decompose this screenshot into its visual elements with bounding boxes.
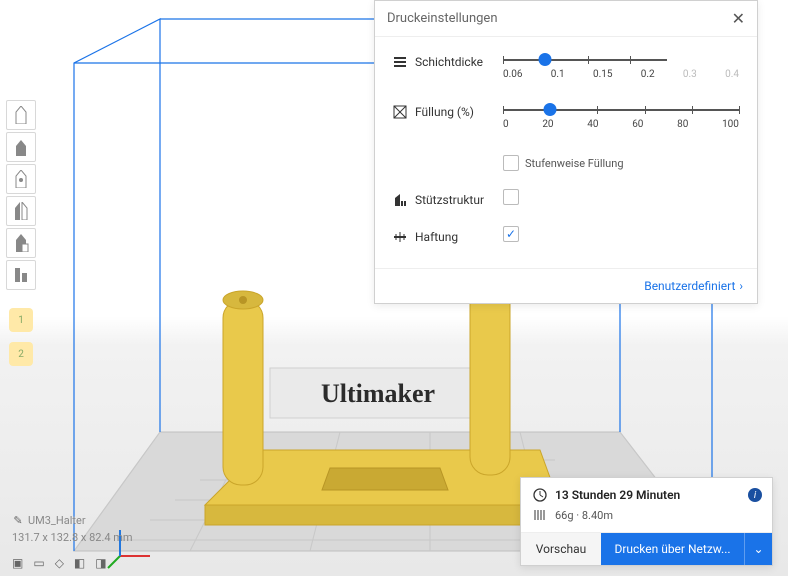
object-info: ✎ UM3_Halter 131.7 x 132.8 x 82.4 mm	[12, 513, 133, 546]
pencil-icon[interactable]: ✎	[12, 513, 24, 530]
adhesion-icon	[393, 230, 407, 244]
brand-text: Ultimaker	[321, 379, 435, 408]
info-icon[interactable]: i	[748, 488, 762, 502]
object-dimensions: 131.7 x 132.8 x 82.4 mm	[12, 530, 133, 547]
panel-title: Druckeinstellungen	[387, 11, 498, 26]
preview-button[interactable]: Vorschau	[521, 533, 601, 565]
print-settings-panel: Druckeinstellungen ✕ Schichtdicke 0.06 0…	[374, 0, 758, 304]
tool-scale[interactable]	[6, 132, 36, 162]
chevron-down-icon: ⌄	[753, 542, 763, 556]
print-summary-card: i 13 Stunden 29 Minuten 66g · 8.40m Vors…	[520, 477, 773, 566]
close-icon[interactable]: ✕	[732, 9, 745, 28]
print-material: 66g · 8.40m	[555, 509, 613, 522]
tool-support[interactable]	[6, 260, 36, 290]
bottom-view-icons: ▣ ▭ ◇ ◧ ◨	[12, 556, 107, 570]
tool-rotate[interactable]	[6, 164, 36, 194]
support-label: Stützstruktur	[415, 193, 484, 207]
tool-move[interactable]	[6, 100, 36, 130]
gradual-infill-checkbox[interactable]	[503, 155, 519, 171]
adhesion-checkbox[interactable]: ✓	[503, 226, 519, 242]
print-time: 13 Stunden 29 Minuten	[555, 488, 680, 502]
print-dropdown-button[interactable]: ⌄	[744, 533, 772, 565]
infill-slider[interactable]: 0 20 40 60 80 100	[503, 101, 739, 133]
print-network-button[interactable]: Drucken über Netzw...	[601, 533, 744, 565]
support-icon	[393, 193, 407, 207]
extruder-badge-1[interactable]: 1	[9, 308, 33, 332]
custom-settings-button[interactable]: Benutzerdefiniert ›	[644, 279, 743, 293]
left-toolbar: 1 2	[6, 100, 36, 370]
object-name: UM3_Halter	[28, 514, 86, 527]
chevron-right-icon: ›	[739, 279, 743, 293]
layer-height-label: Schichtdicke	[415, 55, 483, 69]
tool-mirror[interactable]	[6, 196, 36, 226]
adhesion-label: Haftung	[415, 230, 458, 244]
extruder-badge-2[interactable]: 2	[9, 342, 33, 366]
infill-icon	[393, 105, 407, 119]
view-right-icon[interactable]: ◨	[95, 556, 106, 570]
gradual-infill-label: Stufenweise Füllung	[525, 157, 624, 170]
infill-label: Füllung (%)	[415, 105, 474, 119]
layer-height-icon	[393, 55, 407, 69]
view-left-icon[interactable]: ◧	[74, 556, 85, 570]
layer-height-slider[interactable]: 0.06 0.1 0.15 0.2 0.3 0.4	[503, 51, 739, 83]
clock-icon	[533, 488, 547, 502]
spool-icon	[533, 508, 547, 522]
view-top-icon[interactable]: ◇	[55, 556, 64, 570]
view-solid-icon[interactable]: ▣	[12, 556, 23, 570]
support-checkbox[interactable]	[503, 189, 519, 205]
tool-mesh[interactable]	[6, 228, 36, 258]
view-front-icon[interactable]: ▭	[33, 556, 44, 570]
